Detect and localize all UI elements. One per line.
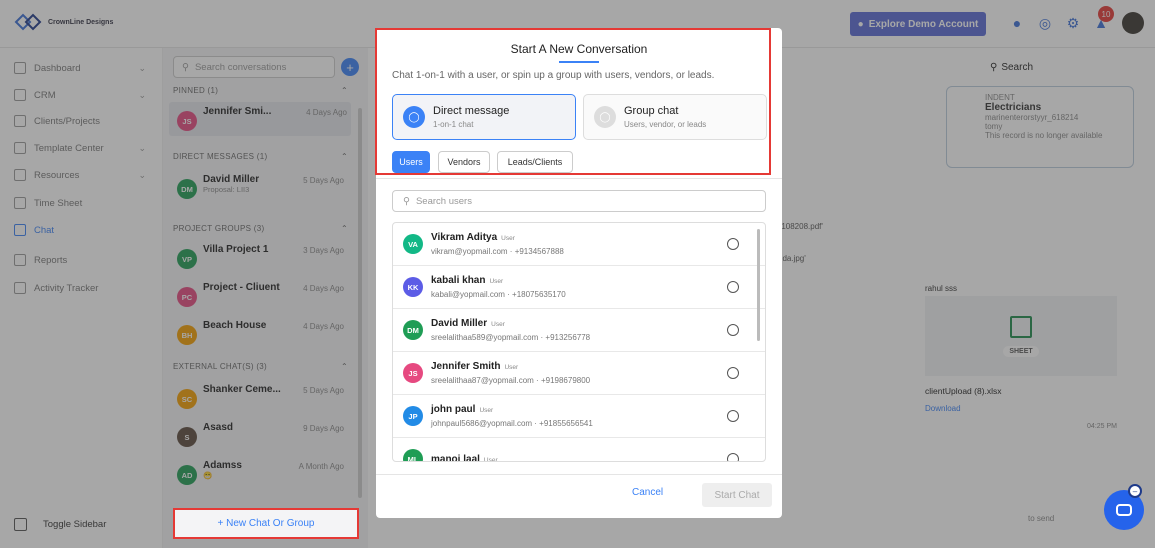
user-role: User — [479, 407, 494, 414]
user-role: User — [489, 278, 504, 285]
user-row[interactable]: DM David Miller User sreelalithaa589@yopma… — [393, 309, 765, 352]
modal-footer: Cancel Start Chat — [376, 474, 782, 518]
user-row[interactable]: VA Vikram Aditya User vikram@yopmail.com ·… — [393, 223, 765, 266]
select-radio[interactable] — [727, 238, 739, 250]
direct-message-title: Direct message — [433, 105, 510, 117]
avatar: JS — [403, 363, 423, 383]
user-role: User — [491, 321, 505, 328]
user-row[interactable]: KK kabali khan User kabali@yopmail.com · +… — [393, 266, 765, 309]
direct-message-option[interactable]: ◯ Direct message 1-on-1 chat — [392, 94, 576, 140]
cancel-button[interactable]: Cancel — [632, 487, 663, 498]
user-name: manoj laal — [431, 453, 480, 462]
tab-users[interactable]: Users — [392, 151, 430, 173]
user-name: kabali khan — [431, 275, 486, 286]
start-chat-button[interactable]: Start Chat — [702, 483, 772, 507]
user-role: User — [501, 235, 515, 242]
tab-leads-clients[interactable]: Leads/Clients — [497, 151, 573, 173]
modal-title: Start A New Conversation — [510, 42, 648, 56]
scrollbar[interactable] — [757, 229, 760, 341]
user-row[interactable]: JP john paul User johnpaul5686@yopmail.com… — [393, 395, 765, 438]
group-chat-title: Group chat — [624, 105, 679, 117]
group-chat-option[interactable]: ◯ Group chat Users, vendor, or leads — [583, 94, 767, 140]
select-radio[interactable] — [727, 453, 739, 461]
user-contact: johnpaul5686@yopmail.com · +91855656541 — [431, 419, 593, 428]
avatar: DM — [403, 320, 423, 340]
new-chat-label: + New Chat Or Group — [217, 518, 315, 529]
avatar: ML — [403, 449, 423, 461]
avatar: KK — [403, 277, 423, 297]
user-role: User — [483, 456, 498, 462]
group-chat-subtitle: Users, vendor, or leads — [624, 120, 707, 129]
direct-message-subtitle: 1-on-1 chat — [433, 120, 474, 129]
search-users-input[interactable]: ⚲ Search users — [392, 190, 766, 212]
user-name: Jennifer Smith — [431, 361, 501, 372]
user-name: Vikram Aditya — [431, 232, 498, 243]
user-name: David Miller — [431, 318, 488, 329]
select-radio[interactable] — [727, 281, 739, 293]
person-icon: ◯ — [403, 106, 425, 128]
chat-bubble-icon — [1116, 504, 1132, 516]
divider — [376, 178, 782, 179]
new-conversation-modal: Start A New Conversation Chat 1-on-1 wit… — [376, 28, 782, 518]
avatar: JP — [403, 406, 423, 426]
select-radio[interactable] — [727, 367, 739, 379]
select-radio[interactable] — [727, 324, 739, 336]
user-contact: sreelalithaa87@yopmail.com · +9198679800 — [431, 376, 591, 385]
user-list: VA Vikram Aditya User vikram@yopmail.com ·… — [392, 222, 766, 462]
minimize-icon[interactable]: – — [1128, 484, 1142, 498]
user-role: User — [504, 364, 519, 371]
avatar: VA — [403, 234, 423, 254]
new-chat-or-group-button[interactable]: + New Chat Or Group — [173, 508, 359, 539]
title-underline — [559, 61, 599, 63]
user-row[interactable]: JS Jennifer Smith User sreelalithaa87@yopm… — [393, 352, 765, 395]
search-icon: ⚲ — [403, 195, 410, 207]
user-contact: kabali@yopmail.com · +18075635170 — [431, 290, 566, 299]
modal-description: Chat 1-on-1 with a user, or spin up a gr… — [392, 70, 715, 81]
user-row[interactable]: ML manoj laal User — [393, 438, 765, 462]
user-name: john paul — [431, 404, 476, 415]
user-contact: sreelalithaa589@yopmail.com · +913256778 — [431, 333, 591, 342]
select-radio[interactable] — [727, 410, 739, 422]
user-contact: vikram@yopmail.com · +9134567888 — [431, 247, 564, 256]
tab-vendors[interactable]: Vendors — [438, 151, 490, 173]
group-icon: ◯ — [594, 106, 616, 128]
search-placeholder: Search users — [415, 195, 472, 207]
